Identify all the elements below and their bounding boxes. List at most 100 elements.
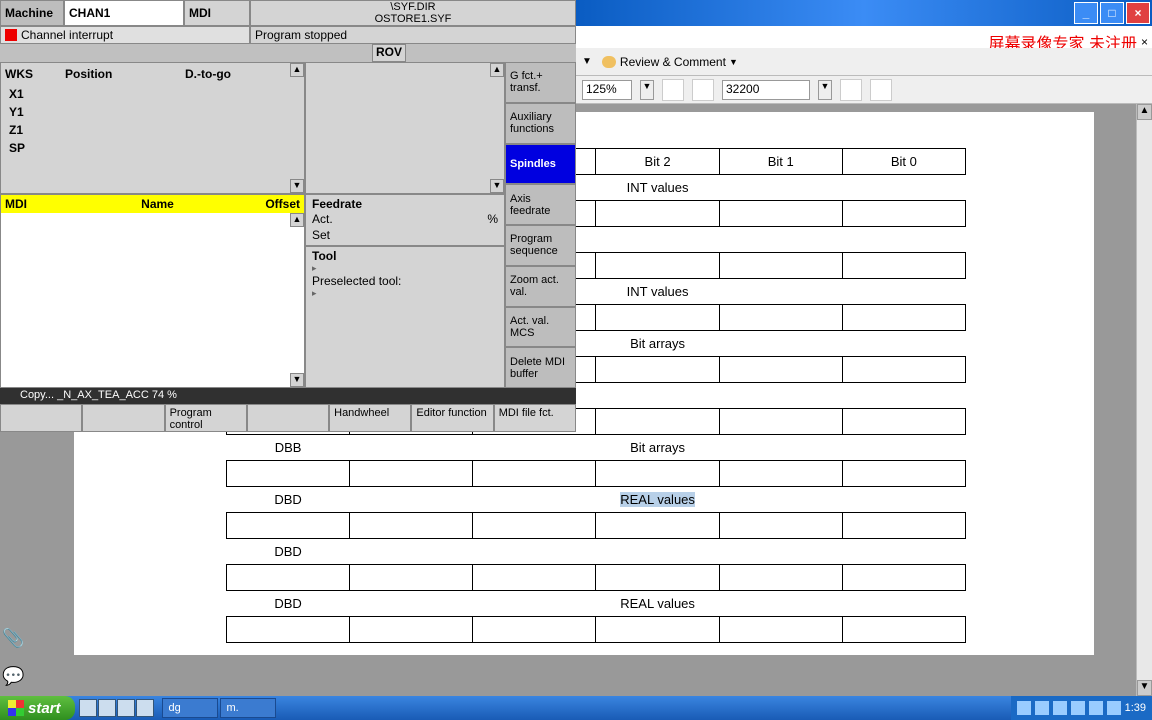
tray-icon[interactable] [1107, 701, 1121, 715]
rov-indicator: ROV [372, 44, 406, 62]
scroll-up-icon[interactable]: ▲ [1137, 104, 1152, 120]
softkey-empty[interactable] [82, 404, 164, 432]
windows-logo-icon [8, 700, 24, 716]
rov-row: ROV [0, 44, 576, 62]
wks-col-togo: D.-to-go [185, 67, 300, 81]
maximize-button[interactable]: □ [1100, 2, 1124, 24]
path-line2: OSTORE1.SYF [375, 13, 452, 25]
softkey-editor[interactable]: Editor function [411, 404, 493, 432]
channel-field[interactable]: CHAN1 [64, 0, 184, 26]
tool-panel: Tool ▸ Preselected tool: ▸ [305, 246, 505, 388]
page-input[interactable]: 32200 [722, 80, 810, 100]
axis-row: SP [9, 139, 296, 157]
bottom-softkeys: Program control Handwheel Editor functio… [0, 404, 576, 432]
alarm-icon [5, 29, 17, 41]
program-status: Program stopped [250, 26, 576, 44]
tray-icon[interactable] [1071, 701, 1085, 715]
row-label-dbd: DBD [227, 591, 350, 617]
softkey-spindles[interactable]: Spindles [505, 144, 576, 185]
ie-icon[interactable] [79, 699, 97, 717]
softkey-axis-feedrate[interactable]: Axis feedrate [505, 184, 576, 225]
mdi-panel: MDI Name Offset ▲ ▼ [0, 194, 305, 388]
mdi-col-mdi: MDI [5, 197, 65, 211]
task-button[interactable]: m. [220, 698, 276, 718]
softkey-gfct[interactable]: G fct.+ transf. [505, 62, 576, 103]
scroll-up-icon[interactable]: ▲ [290, 63, 304, 77]
mdi-col-name: Name [65, 197, 250, 211]
channel-interrupt: Channel interrupt [0, 26, 250, 44]
clock[interactable]: 1:39 [1125, 702, 1146, 714]
watermark-close-icon[interactable]: × [1141, 35, 1148, 49]
percent-label: % [487, 212, 498, 226]
task-buttons: dg m. [162, 698, 276, 718]
chevron-down-icon: ▼ [729, 57, 738, 67]
softkey-empty[interactable] [0, 404, 82, 432]
bit-header: Bit 2 [596, 149, 719, 175]
next-page-icon[interactable] [870, 79, 892, 101]
comment-icon [602, 56, 616, 68]
section-real: REAL values [350, 591, 966, 617]
softkey-empty[interactable] [247, 404, 329, 432]
tool-heading: Tool [312, 249, 498, 263]
row-label-dbd: DBD [227, 539, 350, 565]
tray-icon[interactable] [1035, 701, 1049, 715]
row-label-dbd: DBD [227, 487, 350, 513]
tray-icon[interactable] [1017, 701, 1031, 715]
hmi-status-row: Channel interrupt Program stopped [0, 26, 576, 44]
comment-icon[interactable]: 💬 [2, 666, 26, 690]
softkey-zoom[interactable]: Zoom act. val. [505, 266, 576, 307]
system-tray: 1:39 [1011, 696, 1152, 720]
progress-status: Copy... _N_AX_TEA_ACC 74 % [0, 388, 576, 404]
section-real-highlighted: REAL values [620, 492, 695, 507]
scroll-down-icon[interactable]: ▼ [490, 179, 504, 193]
scroll-down-icon[interactable]: ▼ [290, 373, 304, 387]
scroll-down-icon[interactable]: ▼ [1137, 680, 1152, 696]
vertical-scrollbar[interactable]: ▲ ▼ [1136, 104, 1152, 696]
explorer-icon[interactable] [117, 699, 135, 717]
feedrate-panel: Feedrate Act.% Set [305, 194, 505, 246]
quick-launch [79, 699, 154, 717]
axis-row: Y1 [9, 103, 296, 121]
zoom-icon[interactable] [662, 79, 684, 101]
pdf-nav-icons: 📎 💬 [2, 628, 26, 690]
prev-page-icon[interactable] [840, 79, 862, 101]
desktop-icon[interactable] [98, 699, 116, 717]
tray-icon[interactable] [1053, 701, 1067, 715]
zoom-dropdown[interactable]: ▼ [640, 80, 654, 100]
row-label-dbb: DBB [227, 435, 350, 461]
wks-col-wks: WKS [5, 67, 65, 81]
scroll-up-icon[interactable]: ▲ [490, 63, 504, 77]
feedrate-act-label: Act. [312, 212, 333, 226]
wks-col-position: Position [65, 67, 185, 81]
tray-icon[interactable] [1089, 701, 1103, 715]
mode-label: MDI [184, 0, 250, 26]
pdf-toolbar-2: 125% ▼ 32200 ▼ [576, 76, 1152, 104]
softkey-aux[interactable]: Auxiliary functions [505, 103, 576, 144]
zoom-input[interactable]: 125% [582, 80, 632, 100]
minimize-button[interactable]: _ [1074, 2, 1098, 24]
softkey-program-control[interactable]: Program control [165, 404, 247, 432]
softkey-column: G fct.+ transf. Auxiliary functions Spin… [505, 62, 576, 388]
mid-display: ▲ ▼ [305, 62, 505, 194]
attachment-icon[interactable]: 📎 [2, 628, 26, 652]
softkey-mdi-file[interactable]: MDI file fct. [494, 404, 576, 432]
axis-row: Z1 [9, 121, 296, 139]
close-button[interactable]: × [1126, 2, 1150, 24]
hmi-panel: Machine CHAN1 MDI \SYF.DIR OSTORE1.SYF C… [0, 0, 576, 430]
scroll-up-icon[interactable]: ▲ [290, 213, 304, 227]
review-comment-button[interactable]: Review & Comment ▼ [602, 55, 738, 69]
start-button[interactable]: start [0, 696, 75, 720]
fit-icon[interactable] [692, 79, 714, 101]
softkey-actval-mcs[interactable]: Act. val. MCS [505, 307, 576, 348]
scroll-down-icon[interactable]: ▼ [290, 179, 304, 193]
dropdown-icon[interactable]: ▼ [582, 56, 592, 67]
path-line1: \SYF.DIR [390, 1, 435, 13]
section-bitarrays: Bit arrays [350, 435, 966, 461]
task-button[interactable]: dg [162, 698, 218, 718]
softkey-handwheel[interactable]: Handwheel [329, 404, 411, 432]
page-dropdown[interactable]: ▼ [818, 80, 832, 100]
app-icon[interactable] [136, 699, 154, 717]
softkey-prog-seq[interactable]: Program sequence [505, 225, 576, 266]
softkey-delete-mdi[interactable]: Delete MDI buffer [505, 347, 576, 388]
mdi-col-offset: Offset [250, 197, 300, 211]
